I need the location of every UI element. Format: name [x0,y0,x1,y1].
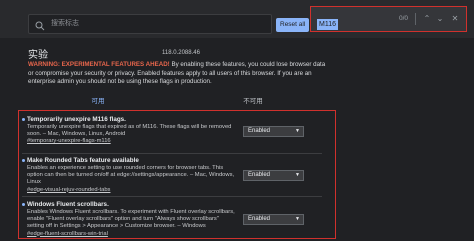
search-input[interactable] [51,16,261,30]
warning-prefix: WARNING: EXPERIMENTAL FEATURES AHEAD! [28,61,170,68]
page-title: 实验 [28,50,48,61]
find-query: M116 [317,19,338,30]
version-number: 118.0.2088.46 [162,50,200,56]
tab-unavailable[interactable]: 不可用 [178,97,328,110]
close-icon[interactable]: ✕ [449,12,461,26]
find-divider [415,13,416,25]
warning-text: WARNING: EXPERIMENTAL FEATURES AHEAD! By… [28,61,328,87]
chevron-up-icon[interactable]: ⌃ [421,12,433,26]
search-icon [35,18,45,36]
tab-available[interactable]: 可用 [28,97,168,111]
search-box[interactable] [28,14,272,34]
tab-bar: 可用 不可用 [28,97,334,111]
reset-all-button[interactable]: Reset all [276,18,310,32]
find-match-count: 0/0 [399,15,409,22]
highlight-box [18,110,336,239]
find-input[interactable]: M116 [317,13,397,30]
find-bar: M116 0/0 ⌃ ⌄ ✕ [310,6,467,32]
chevron-down-icon[interactable]: ⌄ [434,12,446,26]
